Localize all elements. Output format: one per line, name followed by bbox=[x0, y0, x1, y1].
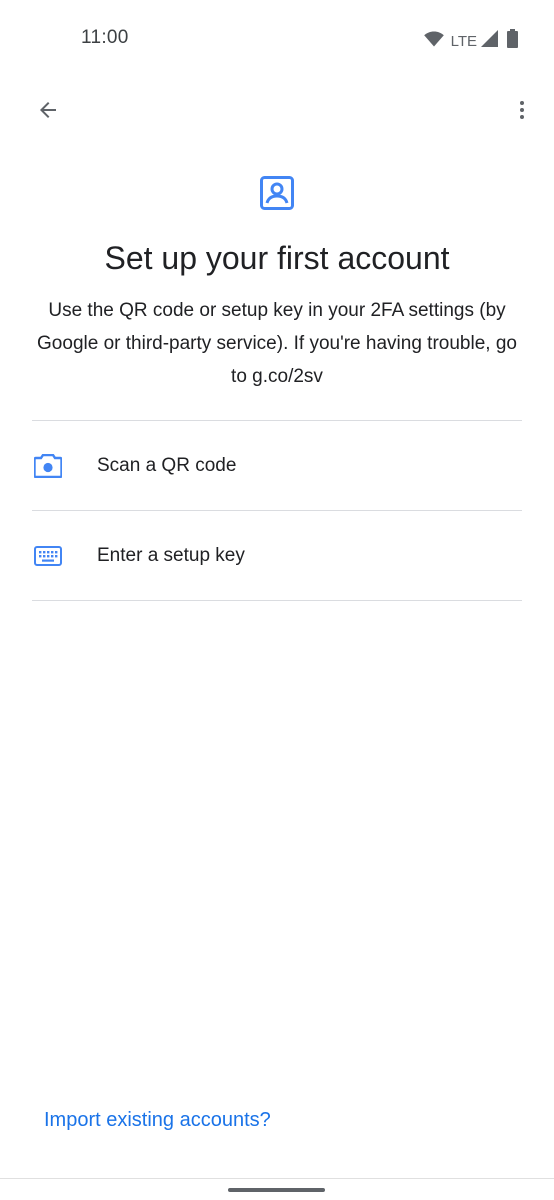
enter-setup-key-label: Enter a setup key bbox=[97, 544, 245, 566]
status-icons: LTE bbox=[423, 29, 518, 53]
status-time: 11:00 bbox=[81, 27, 129, 48]
options-list: Scan a QR code Enter a setup key bbox=[32, 420, 522, 601]
import-existing-accounts-link[interactable]: Import existing accounts? bbox=[44, 1109, 271, 1132]
app-bar bbox=[0, 80, 554, 144]
account-box-icon bbox=[259, 175, 295, 211]
divider bbox=[32, 600, 522, 601]
cell-signal-icon bbox=[481, 30, 498, 52]
screen: 11:00 LTE Set up your first account Use … bbox=[0, 0, 554, 1200]
footer-divider bbox=[0, 1178, 554, 1179]
gesture-navigation-bar[interactable] bbox=[228, 1188, 325, 1192]
more-options-button[interactable] bbox=[498, 88, 546, 136]
wifi-icon bbox=[423, 31, 444, 52]
page-title: Set up your first account bbox=[104, 240, 450, 276]
status-bar: 11:00 LTE bbox=[0, 0, 554, 78]
battery-icon bbox=[507, 29, 518, 53]
scan-qr-code-option[interactable]: Scan a QR code bbox=[32, 421, 522, 510]
page-description: Use the QR code or setup key in your 2FA… bbox=[37, 300, 517, 387]
enter-setup-key-option[interactable]: Enter a setup key bbox=[32, 511, 522, 600]
more-vert-icon bbox=[510, 98, 534, 127]
scan-qr-code-label: Scan a QR code bbox=[97, 454, 237, 476]
keyboard-icon bbox=[34, 542, 62, 570]
camera-icon bbox=[34, 452, 62, 480]
network-type-label: LTE bbox=[450, 32, 477, 50]
arrow-back-icon bbox=[36, 98, 60, 127]
back-button[interactable] bbox=[24, 88, 72, 136]
